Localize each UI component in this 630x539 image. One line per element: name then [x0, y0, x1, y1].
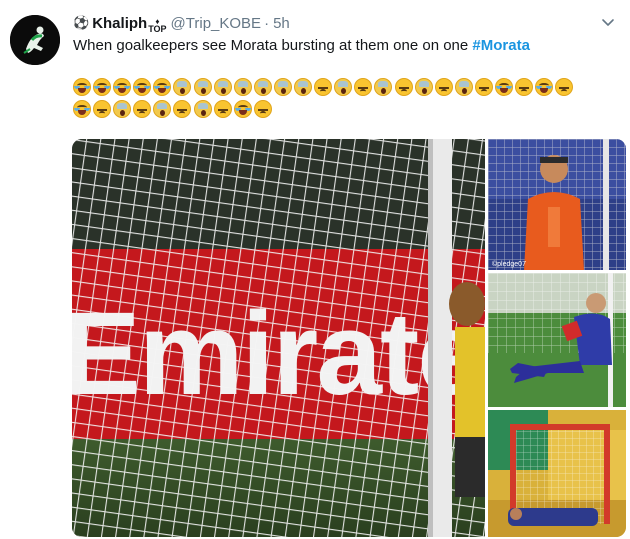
tears-of-joy-emoji-icon: [73, 100, 91, 118]
screaming-face-emoji-icon: [334, 78, 353, 96]
screaming-face-emoji-icon: [454, 78, 473, 96]
tired-face-emoji-icon: [474, 78, 493, 96]
tweet-text: When goalkeepers see Morata bursting at …: [73, 37, 530, 54]
screaming-face-emoji-icon: [153, 100, 172, 118]
display-name[interactable]: Khaliph: [92, 15, 147, 32]
tears-of-joy-emoji-icon: [494, 78, 513, 96]
separator-dot: ·: [264, 14, 270, 32]
screaming-face-emoji-icon: [213, 78, 232, 96]
tweet-card[interactable]: ⚽ Khaliph ♦ TOP @Trip_KOBE · 5h When goa…: [0, 0, 630, 539]
tired-face-emoji-icon: [314, 78, 333, 96]
soccer-ball-icon: ⚽: [73, 15, 90, 30]
media-photo-main[interactable]: Emirates: [72, 139, 485, 537]
screaming-face-emoji-icon: [173, 78, 192, 96]
name-suffix-text: TOP: [148, 24, 167, 34]
timestamp[interactable]: 5h: [273, 15, 290, 32]
tears-of-joy-emoji-icon: [233, 100, 252, 118]
screaming-face-emoji-icon: [374, 78, 393, 96]
screaming-face-emoji-icon: [253, 78, 272, 96]
tired-face-emoji-icon: [173, 100, 192, 118]
tired-face-emoji-icon: [515, 78, 534, 96]
media-photo-1[interactable]: ©pledge07: [488, 139, 626, 270]
tears-of-joy-emoji-icon: [113, 78, 132, 96]
hashtag-link[interactable]: #Morata: [472, 37, 530, 54]
tired-face-emoji-icon: [555, 78, 574, 96]
side-photo-caption: ©pledge07: [492, 260, 526, 268]
screaming-face-emoji-icon: [233, 78, 252, 96]
screaming-face-emoji-icon: [414, 78, 433, 96]
tears-of-joy-emoji-icon: [93, 78, 112, 96]
tired-face-emoji-icon: [394, 78, 413, 96]
name-suffix: ♦ TOP: [148, 18, 166, 34]
tired-face-emoji-icon: [434, 78, 453, 96]
tears-of-joy-emoji-icon: [535, 78, 554, 96]
screaming-face-emoji-icon: [273, 78, 292, 96]
tired-face-emoji-icon: [133, 100, 152, 118]
screaming-face-emoji-icon: [193, 100, 212, 118]
tweet-body: When goalkeepers see Morata bursting at …: [73, 37, 473, 54]
screaming-face-emoji-icon: [113, 100, 132, 118]
tired-face-emoji-icon: [354, 78, 373, 96]
media-photo-3[interactable]: [488, 410, 626, 537]
media-photo-2[interactable]: [488, 273, 626, 407]
tears-of-joy-emoji-icon: [133, 78, 152, 96]
tired-face-emoji-icon: [253, 100, 272, 118]
screaming-face-emoji-icon: [294, 78, 313, 96]
screaming-face-emoji-icon: [193, 78, 212, 96]
media-grid[interactable]: Emirates ©pledge07: [72, 139, 626, 537]
tears-of-joy-emoji-icon: [153, 78, 172, 96]
emoji-row: [73, 78, 574, 96]
avatar[interactable]: [10, 15, 60, 65]
user-handle[interactable]: @Trip_KOBE: [171, 15, 262, 32]
tired-face-emoji-icon: [93, 100, 112, 118]
emoji-row: [73, 100, 272, 118]
tears-of-joy-emoji-icon: [73, 78, 91, 96]
tweet-header: ⚽ Khaliph ♦ TOP @Trip_KOBE · 5h: [73, 13, 290, 34]
tired-face-emoji-icon: [213, 100, 232, 118]
avatar-image: [10, 15, 60, 65]
chevron-down-icon[interactable]: [600, 14, 616, 30]
